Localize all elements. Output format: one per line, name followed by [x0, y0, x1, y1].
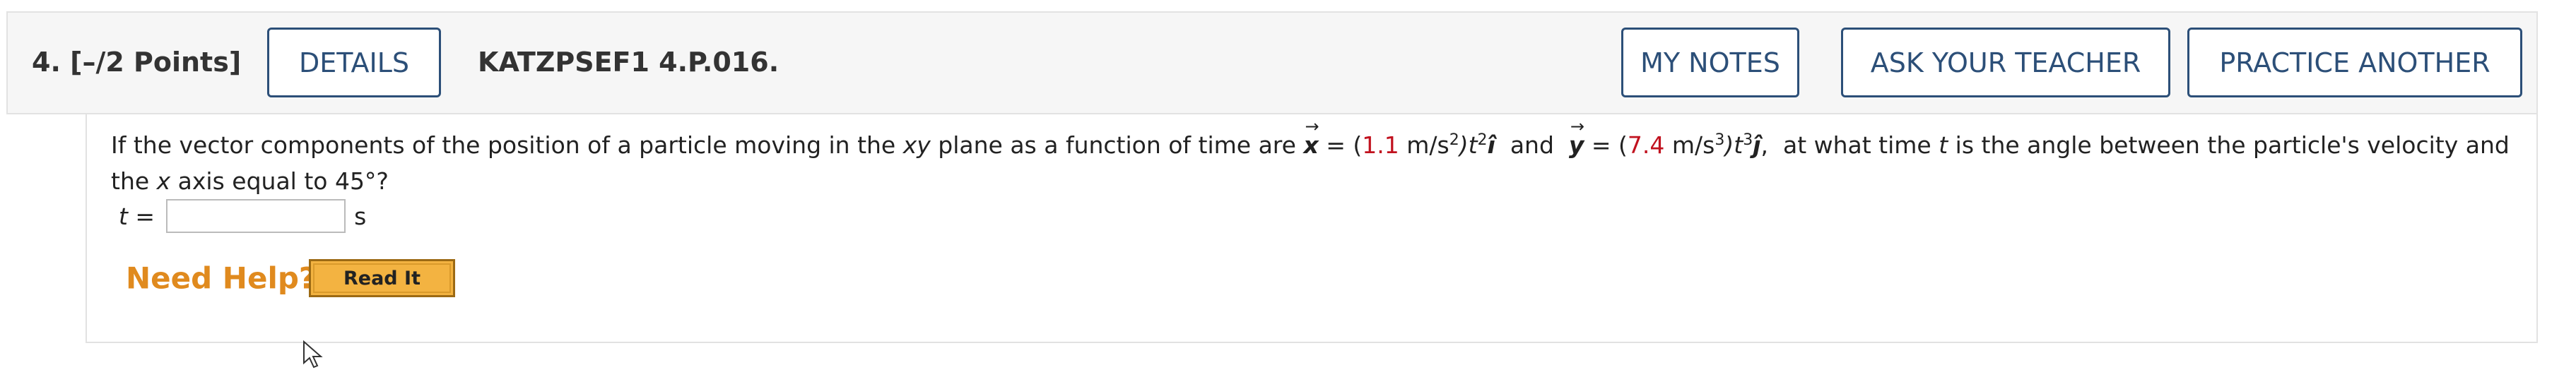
details-button[interactable]: DETAILS [267, 28, 441, 97]
vector-x: → x [1303, 116, 1319, 163]
question-code: KATZPSEF1 4.P.016. [478, 47, 780, 78]
answer-unit: s [354, 202, 367, 230]
vector-arrow: → [1570, 116, 1584, 136]
time-x-exponent: 2 [1477, 131, 1488, 149]
value-y: 7.4 [1627, 131, 1665, 159]
unit-x: m/s [1399, 131, 1449, 159]
t-symbol: t [1939, 131, 1948, 159]
practice-another-button-label: PRACTICE ANOTHER [2219, 47, 2490, 78]
question-text-part: , at what time [1760, 131, 1939, 159]
answer-input[interactable] [166, 199, 346, 233]
details-button-label: DETAILS [298, 47, 410, 78]
read-it-button-label: Read It [343, 267, 420, 289]
unit-y: m/s [1664, 131, 1715, 159]
equals: = ( [1584, 131, 1628, 159]
question-text-part: If the vector components of the position… [111, 131, 903, 159]
unit-y-exponent: 3 [1715, 131, 1725, 149]
mouse-pointer-icon [303, 340, 323, 369]
answer-row: t = s [119, 199, 366, 233]
ask-your-teacher-button[interactable]: ASK YOUR TEACHER [1841, 28, 2170, 97]
question-text-part: axis equal to 45°? [170, 167, 389, 195]
time-y-exponent: 3 [1743, 131, 1753, 149]
my-notes-button-label: MY NOTES [1640, 47, 1780, 78]
question-text-part: plane as a function of time are [930, 131, 1304, 159]
unit-vector-i: î [1487, 131, 1495, 159]
xy-symbol: xy [902, 131, 931, 159]
value-x: 1.1 [1362, 131, 1399, 159]
practice-another-button[interactable]: PRACTICE ANOTHER [2187, 28, 2522, 97]
need-help-label: Need Help? [126, 261, 317, 296]
and-text: and [1495, 131, 1569, 159]
answer-label: t = [119, 202, 155, 230]
unit-x-exponent: 2 [1449, 131, 1459, 149]
my-notes-button[interactable]: MY NOTES [1621, 28, 1799, 97]
vector-y: → y [1569, 116, 1584, 163]
ask-your-teacher-button-label: ASK YOUR TEACHER [1870, 47, 2141, 78]
question-number-points: 4. [–/2 Points] [32, 47, 242, 78]
time-x: )t [1459, 131, 1478, 159]
x-axis-symbol: x [156, 167, 171, 195]
unit-vector-j: ĵ [1753, 131, 1761, 159]
time-y: )t [1724, 131, 1743, 159]
question-text: If the vector components of the position… [111, 116, 2514, 199]
read-it-button[interactable]: Read It [309, 259, 455, 297]
vector-arrow: → [1305, 116, 1319, 136]
equals: = ( [1318, 131, 1363, 159]
